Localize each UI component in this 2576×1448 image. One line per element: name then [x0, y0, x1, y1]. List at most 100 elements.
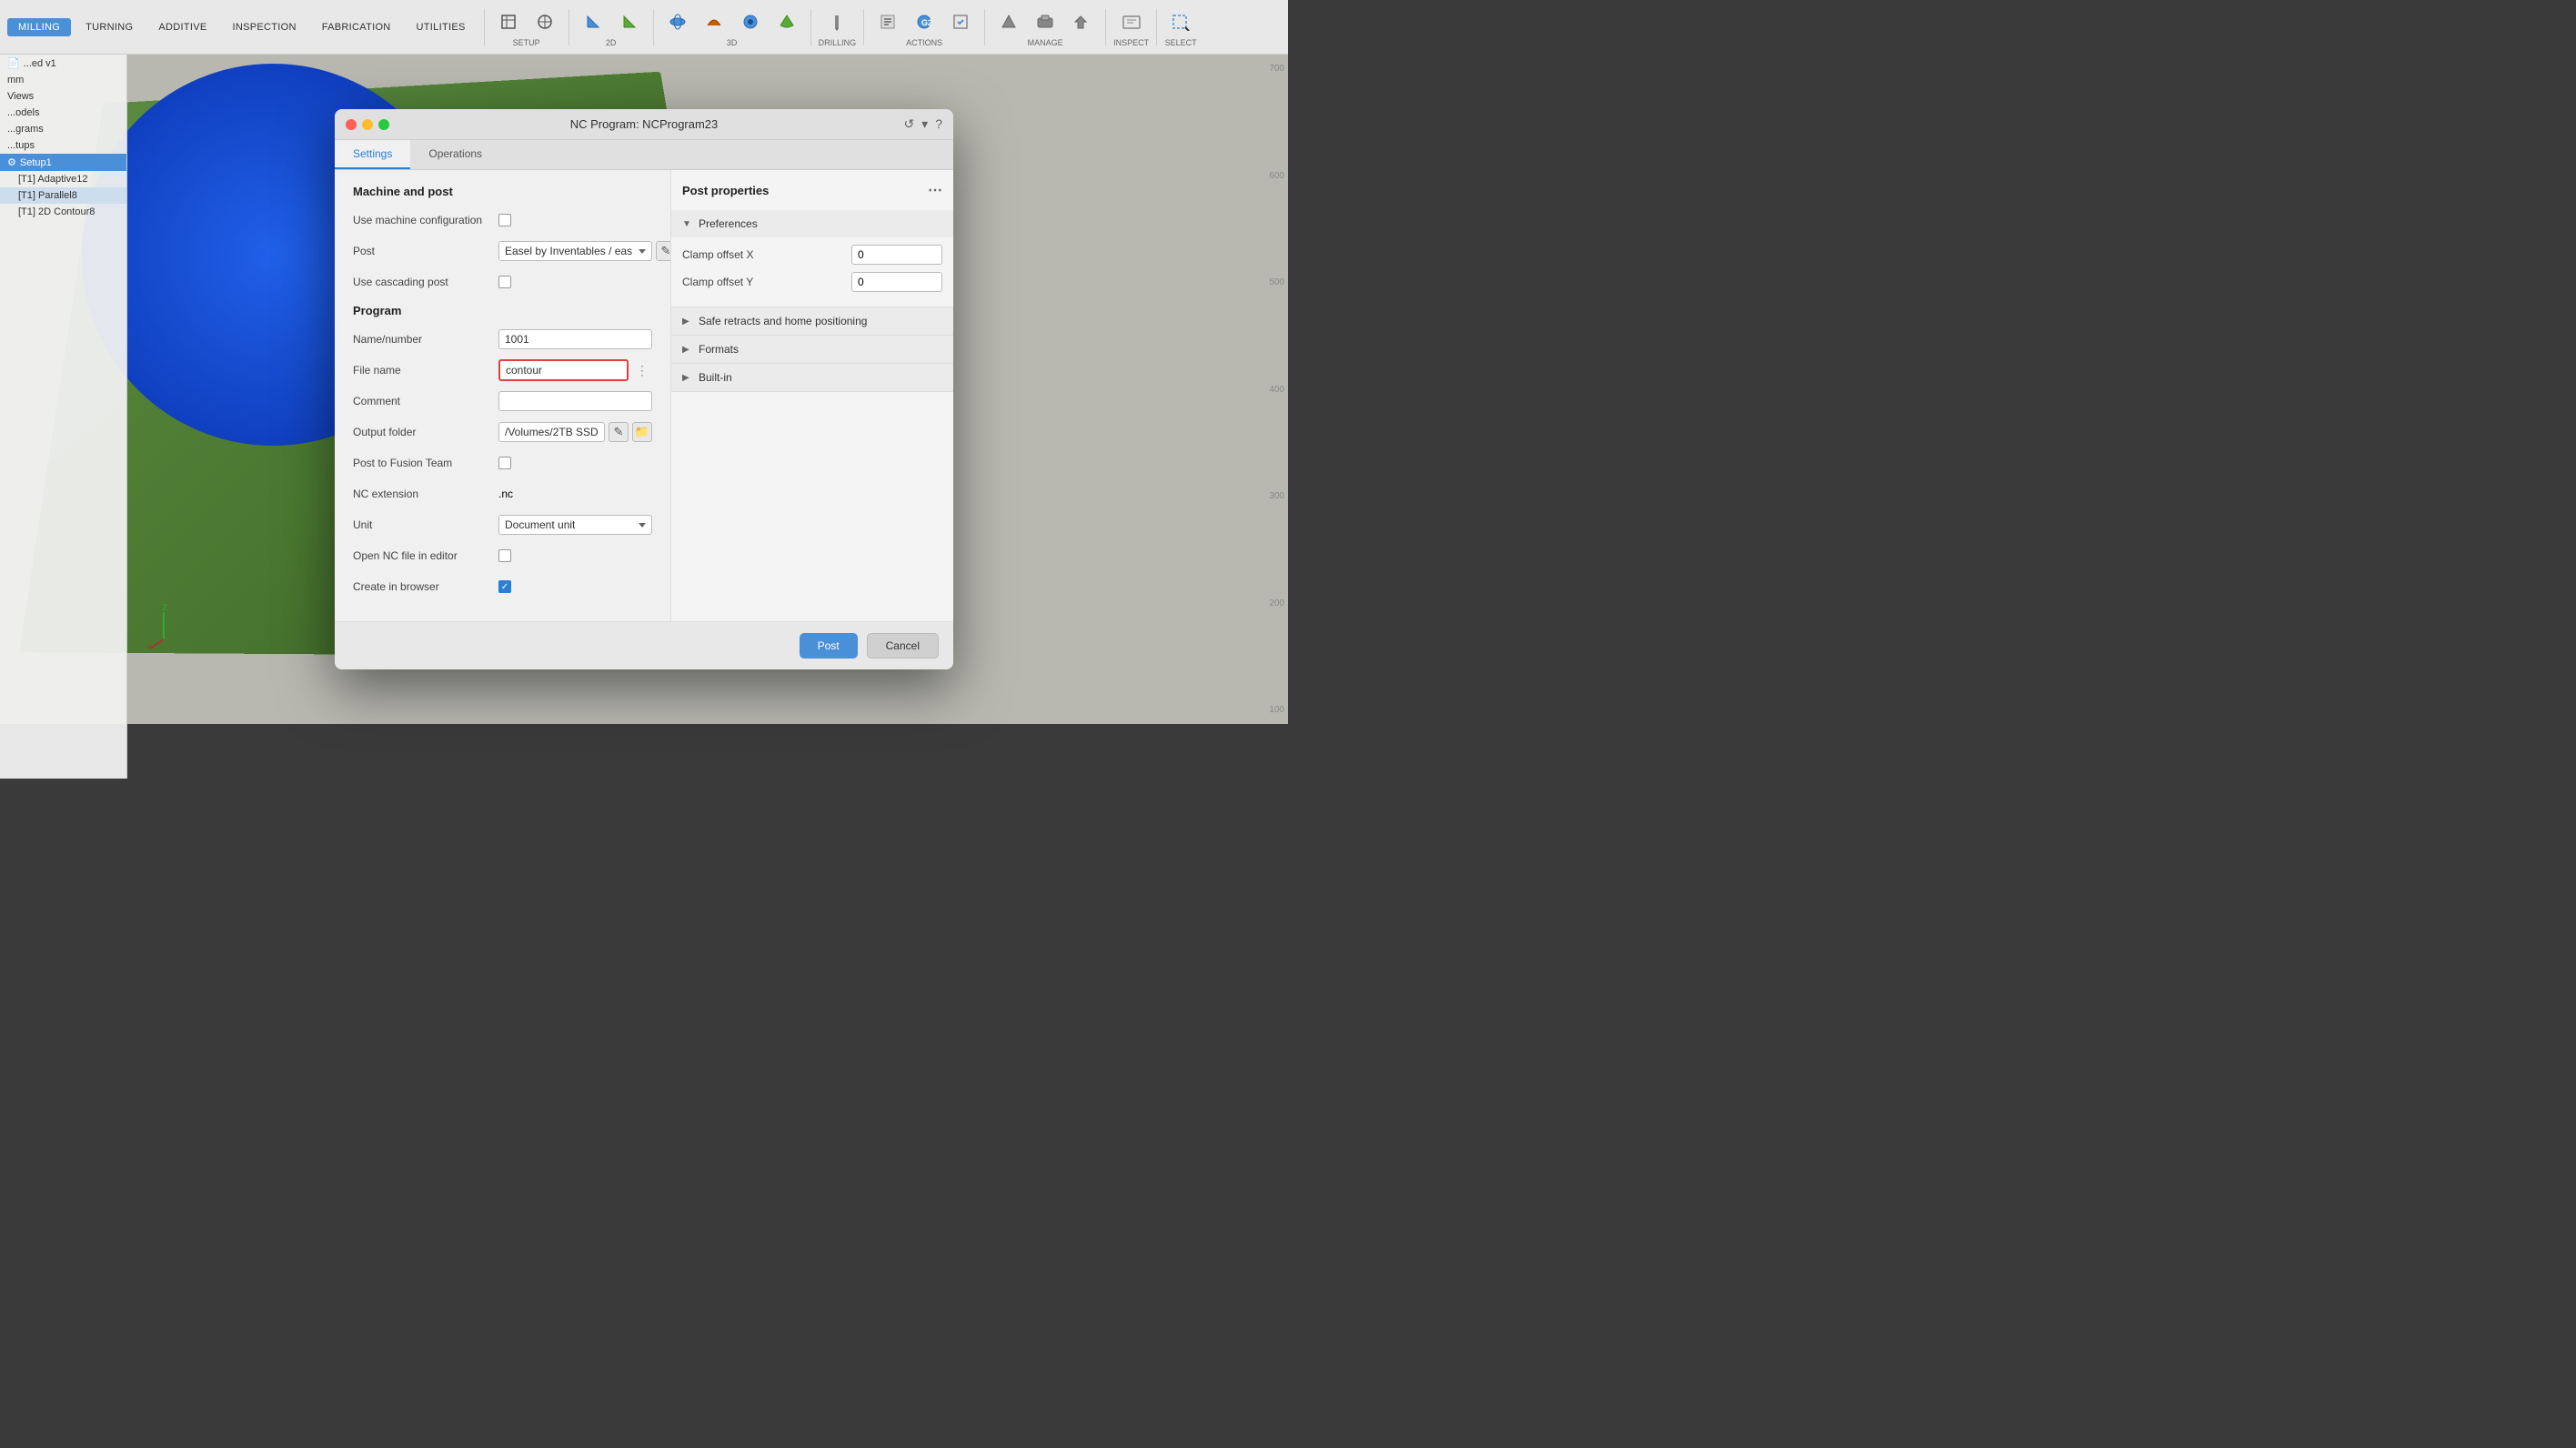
modal-right-section: Post properties ⋯ ▼ Preferences Clamp of…: [671, 170, 953, 621]
modal-nav-icons: ↺ ▾ ?: [903, 116, 942, 132]
clamp-offset-x-row: Clamp offset X: [682, 245, 942, 265]
post-edit-btn[interactable]: ✎: [656, 241, 671, 261]
name-number-control: [498, 329, 652, 349]
unit-control: Document unit mm inches: [498, 515, 652, 535]
tab-operations[interactable]: Operations: [410, 140, 500, 169]
built-in-label: Built-in: [699, 371, 732, 384]
2d-group: [577, 7, 646, 36]
cancel-button[interactable]: Cancel: [867, 633, 939, 659]
file-name-input[interactable]: [498, 359, 629, 381]
use-machine-config-label: Use machine configuration: [353, 214, 498, 226]
drilling-btn-1[interactable]: [820, 7, 853, 36]
use-machine-config-checkbox[interactable]: [498, 214, 511, 226]
actions-btn-1[interactable]: [871, 7, 904, 36]
clamp-offset-x-input[interactable]: [851, 245, 942, 265]
preferences-header[interactable]: ▼ Preferences: [671, 210, 953, 237]
formats-label: Formats: [699, 343, 739, 356]
cascading-post-control: [498, 276, 652, 288]
help-icon[interactable]: ?: [935, 116, 942, 132]
3d-btn-2[interactable]: [698, 7, 730, 36]
clamp-offset-x-label: Clamp offset X: [682, 248, 844, 261]
built-in-header[interactable]: ▶ Built-in: [671, 364, 953, 391]
tab-turning[interactable]: TURNING: [75, 18, 144, 36]
post-select[interactable]: Easel by Inventables / eas: [498, 241, 652, 261]
manage-btn-3[interactable]: [1065, 7, 1098, 36]
tab-milling[interactable]: MILLING: [7, 18, 71, 36]
output-folder-label: Output folder: [353, 426, 498, 438]
chevron-down-icon[interactable]: ▾: [921, 116, 928, 132]
output-folder-browse-btn[interactable]: 📁: [632, 422, 652, 442]
post-fusion-checkbox[interactable]: [498, 457, 511, 469]
separator-1: [484, 9, 485, 45]
separator-4: [810, 9, 811, 45]
tab-inspection[interactable]: INSPECTION: [221, 18, 307, 36]
modal-title: NC Program: NCProgram23: [570, 117, 719, 131]
manage-group: [992, 7, 1098, 36]
close-button[interactable]: [346, 119, 357, 130]
2d-btn-2[interactable]: [613, 7, 646, 36]
formats-arrow: ▶: [682, 345, 693, 355]
name-number-label: Name/number: [353, 333, 498, 346]
2d-btn-1[interactable]: [577, 7, 609, 36]
post-properties-menu-btn[interactable]: ⋯: [928, 181, 942, 199]
setup-group-label: SETUP: [513, 38, 540, 47]
output-folder-edit-btn[interactable]: ✎: [609, 422, 629, 442]
3d-btn-1[interactable]: [661, 7, 694, 36]
tab-fabrication[interactable]: FABRICATION: [311, 18, 402, 36]
actions-btn-3[interactable]: [944, 7, 977, 36]
safe-retracts-arrow: ▶: [682, 317, 693, 327]
formats-header[interactable]: ▶ Formats: [671, 336, 953, 363]
3d-btn-4[interactable]: [770, 7, 803, 36]
refresh-icon[interactable]: ↺: [903, 116, 914, 132]
3d-group: [661, 7, 803, 36]
post-properties-title-text: Post properties: [682, 184, 769, 197]
setup-group: [492, 7, 561, 36]
post-row: Post Easel by Inventables / eas ✎ 📁: [353, 240, 652, 262]
actions-icon-1: [877, 11, 899, 33]
open-nc-editor-checkbox[interactable]: [498, 549, 511, 562]
setup-btn-1[interactable]: [492, 7, 525, 36]
name-number-input[interactable]: [498, 329, 652, 349]
nc-program-modal: NC Program: NCProgram23 ↺ ▾ ? Settings O…: [335, 109, 953, 669]
minimize-button[interactable]: [362, 119, 373, 130]
nc-extension-label: NC extension: [353, 488, 498, 500]
manage-btn-1[interactable]: [992, 7, 1025, 36]
preferences-section: ▼ Preferences Clamp offset X Clamp offse…: [671, 210, 953, 307]
machine-post-title: Machine and post: [353, 185, 652, 198]
file-name-row: File name ⋮: [353, 359, 652, 381]
actions-group-label: ACTIONS: [906, 38, 942, 47]
modal-left-section: Machine and post Use machine configurati…: [335, 170, 671, 621]
clamp-offset-y-input[interactable]: [851, 272, 942, 292]
post-button[interactable]: Post: [800, 633, 858, 659]
toolbar-tabs: MILLING TURNING ADDITIVE INSPECTION FABR…: [7, 18, 477, 36]
select-btn-1[interactable]: [1164, 7, 1197, 36]
maximize-button[interactable]: [378, 119, 389, 130]
comment-label: Comment: [353, 395, 498, 407]
inspect-btn-1[interactable]: [1115, 7, 1148, 36]
create-browser-checkbox[interactable]: ✓: [498, 580, 511, 593]
tab-settings[interactable]: Settings: [335, 140, 410, 169]
comment-input[interactable]: [498, 391, 652, 411]
safe-retracts-header[interactable]: ▶ Safe retracts and home positioning: [671, 307, 953, 335]
unit-select[interactable]: Document unit mm inches: [498, 515, 652, 535]
tab-utilities[interactable]: UTILITIES: [406, 18, 477, 36]
output-folder-control: ✎ 📁: [498, 422, 652, 442]
actions-btn-2[interactable]: G2: [908, 7, 941, 36]
cascading-post-label: Use cascading post: [353, 276, 498, 288]
cascading-post-checkbox[interactable]: [498, 276, 511, 288]
3d-btn-3[interactable]: [734, 7, 767, 36]
manage-icon-2: [1034, 11, 1056, 33]
output-folder-input[interactable]: [498, 422, 605, 442]
unit-row: Unit Document unit mm inches: [353, 514, 652, 536]
clamp-offset-y-label: Clamp offset Y: [682, 276, 844, 288]
main-toolbar: MILLING TURNING ADDITIVE INSPECTION FABR…: [0, 0, 1288, 55]
select-icon-1: [1170, 11, 1192, 33]
file-name-control: ⋮: [498, 359, 652, 381]
setup-icon-1: [498, 11, 519, 33]
cascading-post-row: Use cascading post: [353, 271, 652, 293]
tab-additive[interactable]: ADDITIVE: [147, 18, 217, 36]
2d-icon-2: [619, 11, 640, 33]
file-name-dots-btn[interactable]: ⋮: [632, 361, 652, 380]
setup-btn-2[interactable]: [528, 7, 561, 36]
manage-btn-2[interactable]: [1029, 7, 1062, 36]
